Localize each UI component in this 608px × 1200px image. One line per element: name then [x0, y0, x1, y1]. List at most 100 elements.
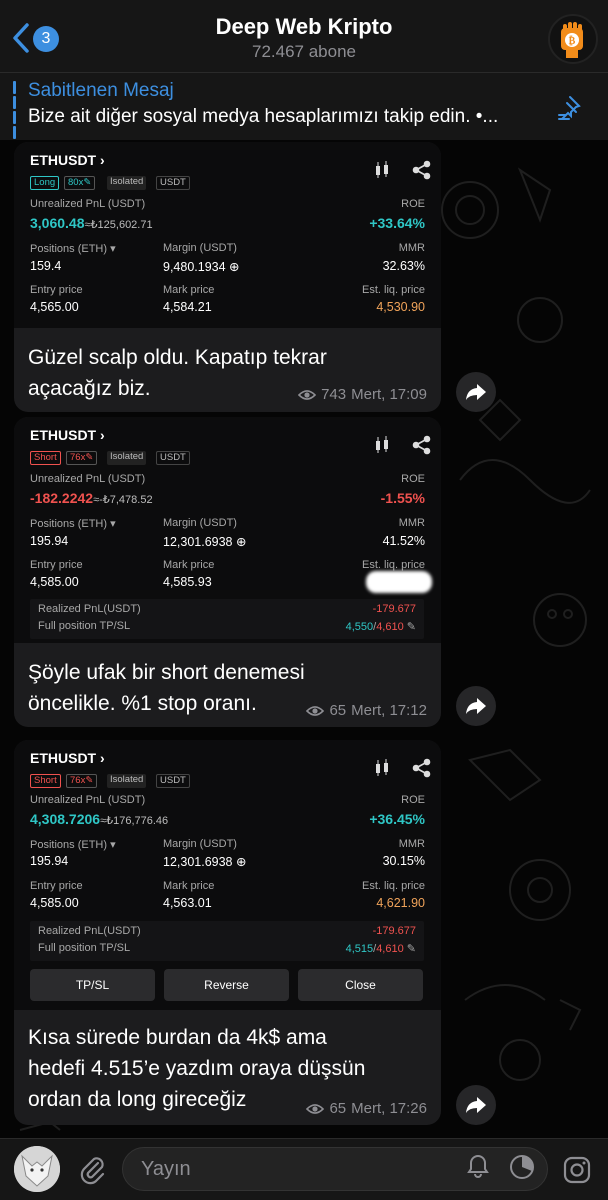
positions-label: Positions (ETH) ▾	[30, 839, 116, 851]
unrealized-label: Unrealized PnL (USDT)	[30, 794, 146, 806]
attach-icon[interactable]	[76, 1153, 108, 1185]
liq-label: Est. liq. price	[362, 880, 425, 892]
entry-value: 4,585.00	[30, 575, 79, 589]
mark-value: 4,563.01	[163, 896, 212, 910]
fist-bitcoin-logo: ₿	[561, 22, 583, 58]
tpsl-value[interactable]: 4,550/4,610 ✎	[346, 620, 416, 633]
message-meta: 65 Mert, 17:12	[306, 702, 427, 719]
user-avatar[interactable]	[14, 1146, 60, 1192]
entry-value: 4,585.00	[30, 896, 79, 910]
message-meta: 65 Mert, 17:26	[306, 1100, 427, 1117]
wolf-avatar-image	[14, 1146, 60, 1192]
views-eye-icon	[306, 705, 325, 716]
pin-list-icon[interactable]	[556, 93, 586, 123]
pair-label[interactable]: ETHUSDT ›	[30, 152, 105, 168]
side-tag: Short	[30, 774, 61, 788]
mark-label: Mark price	[163, 284, 215, 296]
leverage-tag: 76x✎	[66, 774, 98, 788]
liq-label: Est. liq. price	[362, 284, 425, 296]
position-card: ETHUSDT › Short 76x✎ Isolated USDT Unrea…	[14, 417, 441, 643]
margin-mode-tag: Isolated	[107, 774, 147, 788]
unrealized-label: Unrealized PnL (USDT)	[30, 198, 146, 210]
quote-tag: USDT	[156, 774, 190, 788]
share-icon[interactable]	[412, 160, 431, 180]
triangle-down-icon: ▾	[110, 518, 116, 530]
message-caption: Şöyle ufak bir short denemesi öncelikle.…	[28, 661, 305, 715]
edit-icon: ✎	[406, 621, 416, 633]
mmr-label: MMR	[398, 242, 425, 254]
message-caption: Güzel scalp oldu. Kapatıp tekrar açacağı…	[28, 346, 327, 400]
tpsl-label: Full position TP/SL	[38, 942, 131, 954]
pinned-message-bar[interactable]: Sabitlenen Mesaj Bize ait diğer sosyal m…	[0, 72, 608, 140]
forward-button[interactable]	[456, 1085, 496, 1125]
liq-value: 4,530.90	[376, 300, 425, 314]
message-bubble-2[interactable]: ETHUSDT › Short 76x✎ Isolated USDT Unrea…	[14, 417, 441, 727]
realized-label: Realized PnL(USDT)	[38, 925, 141, 937]
positions-value: 195.94	[30, 854, 69, 868]
unrealized-value: 3,060.48≈₺125,602.71	[30, 215, 153, 231]
margin-value[interactable]: 9,480.1934 ⊕	[163, 259, 240, 274]
mark-value: 4,585.93	[163, 575, 212, 589]
mmr-value: 41.52%	[382, 534, 425, 548]
candlestick-icon[interactable]	[376, 759, 388, 776]
positions-value: 159.4	[30, 259, 62, 273]
mmr-value: 32.63%	[382, 259, 425, 273]
leverage-tag: 80x✎	[64, 176, 96, 190]
roe-label: ROE	[401, 794, 425, 806]
bell-icon[interactable]	[465, 1153, 491, 1179]
liq-value: 4,621.90	[376, 896, 425, 910]
mark-label: Mark price	[163, 559, 215, 571]
margin-label: Margin (USDT)	[163, 242, 237, 254]
pair-label[interactable]: ETHUSDT ›	[30, 750, 105, 766]
pinned-text: Bize ait diğer sosyal medya hesaplarımız…	[28, 106, 499, 127]
channel-title[interactable]: Deep Web Kripto	[0, 14, 608, 40]
triangle-down-icon: ▾	[110, 243, 116, 255]
position-card: ETHUSDT › Short 76x✎ Isolated USDT Unrea…	[14, 740, 441, 1010]
pair-label[interactable]: ETHUSDT ›	[30, 427, 105, 443]
margin-value[interactable]: 12,301.6938 ⊕	[163, 534, 246, 549]
edit-icon: ✎	[406, 943, 416, 955]
positions-label: Positions (ETH) ▾	[30, 243, 116, 255]
views-eye-icon	[306, 1103, 325, 1114]
realized-value: -179.677	[372, 925, 416, 937]
side-tag: Short	[30, 451, 61, 465]
realized-value: -179.677	[372, 603, 416, 615]
timer-icon[interactable]	[508, 1153, 536, 1181]
side-tag: Long	[30, 176, 60, 190]
message-bubble-1[interactable]: ETHUSDT › Long 80x✎ Isolated USDT Unreal…	[14, 142, 441, 412]
roe-value: -1.55%	[380, 490, 425, 506]
forward-icon	[466, 1097, 486, 1113]
unrealized-value: 4,308.7206≈₺176,776.46	[30, 811, 169, 827]
compose-bar: Yayın	[0, 1138, 608, 1200]
triangle-down-icon: ▾	[110, 839, 116, 851]
chat-header: 3 Deep Web Kripto 72.467 abone ₿	[0, 0, 608, 72]
tpsl-value[interactable]: 4,515/4,610 ✎	[346, 942, 416, 955]
candlestick-icon[interactable]	[376, 161, 388, 178]
channel-avatar[interactable]: ₿	[548, 14, 598, 64]
realized-box: Realized PnL(USDT) -179.677 Full positio…	[30, 921, 424, 961]
tpsl-button[interactable]: TP/SL	[30, 969, 155, 1001]
leverage-tag: 76x✎	[66, 451, 98, 465]
add-circle-icon: ⊕	[236, 535, 247, 549]
margin-mode-tag: Isolated	[107, 176, 147, 190]
share-icon[interactable]	[412, 758, 431, 778]
close-position-button[interactable]: Close	[298, 969, 423, 1001]
candlestick-icon[interactable]	[376, 436, 388, 453]
message-bubble-3[interactable]: ETHUSDT › Short 76x✎ Isolated USDT Unrea…	[14, 740, 441, 1125]
entry-value: 4,565.00	[30, 300, 79, 314]
margin-label: Margin (USDT)	[163, 517, 237, 529]
realized-box: Realized PnL(USDT) -179.677 Full positio…	[30, 599, 424, 639]
mmr-label: MMR	[398, 838, 425, 850]
forward-button[interactable]	[456, 372, 496, 412]
forward-button[interactable]	[456, 686, 496, 726]
forward-icon	[466, 384, 486, 400]
add-circle-icon: ⊕	[236, 855, 247, 869]
quote-tag: USDT	[156, 176, 190, 190]
roe-value: +33.64%	[369, 215, 425, 231]
share-icon[interactable]	[412, 435, 431, 455]
instagram-icon[interactable]	[562, 1155, 592, 1185]
forward-icon	[466, 698, 486, 714]
reverse-button[interactable]: Reverse	[164, 969, 289, 1001]
margin-value[interactable]: 12,301.6938 ⊕	[163, 854, 246, 869]
input-placeholder: Yayın	[141, 1158, 191, 1180]
